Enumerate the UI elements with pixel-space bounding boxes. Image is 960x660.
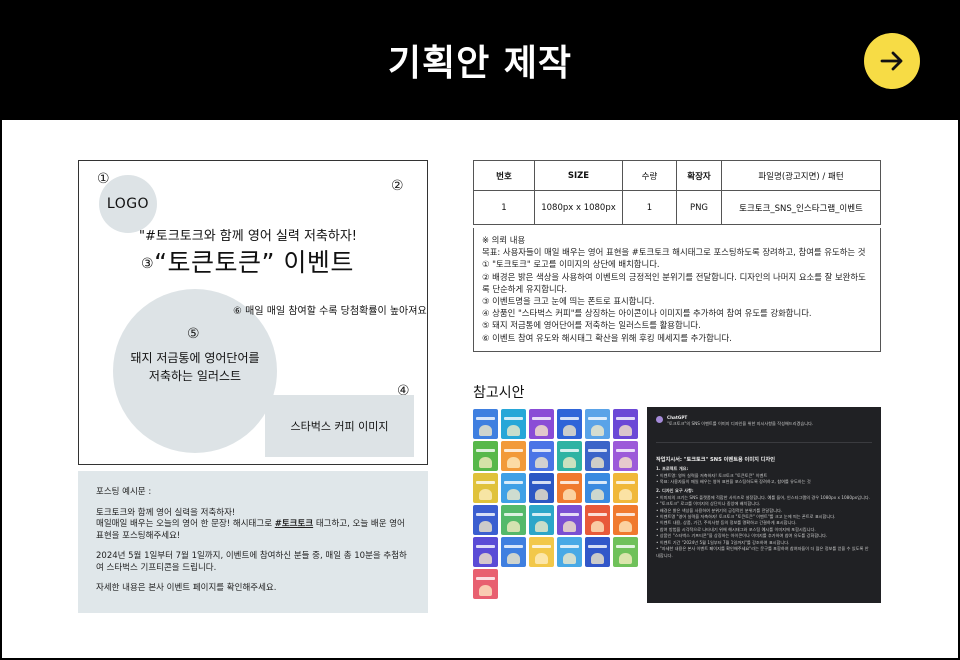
thumbnail: [501, 409, 526, 439]
thumbnail: [613, 409, 638, 439]
reference-thumbnails[interactable]: [473, 407, 640, 603]
event-title-text: “토큰토큰” 이벤트: [154, 248, 354, 277]
request-line: ① "토크토크" 로고를 이미지의 상단에 배치합니다.: [482, 259, 660, 270]
thumbnail: [585, 473, 610, 503]
request-line: ⑥ 이벤트 참여 유도와 해시태그 확산을 위해 후킹 메세지를 추가합니다.: [482, 332, 732, 343]
table-cell: 토크토크_SNS_인스타그램_이벤트: [721, 190, 881, 225]
hook-message-text: 매일 매일 참여할 수록 당첨확률이 높아져요: [245, 306, 427, 317]
design-sketch: ① LOGO ② "#토크토크와 함께 영어 실력 저축하자! ③“토큰토큰” …: [78, 160, 428, 465]
thumbnail: [501, 537, 526, 567]
marker-6: ⑥: [233, 306, 242, 317]
thumbnail: [585, 505, 610, 535]
page-title: 기획안 제작: [387, 43, 573, 84]
logo-text: LOGO: [106, 196, 150, 212]
request-line: ② 배경은 밝은 색상을 사용하여 이벤트의 긍정적인 분위기를 전달합니다. …: [482, 271, 866, 294]
table-cell: 1080px x 1080px: [534, 190, 623, 225]
thumbnail: [557, 537, 582, 567]
table-row: 1 1080px x 1080px 1 PNG 토크토크_SNS_인스타그램_이…: [473, 190, 881, 225]
post-line1: 토크토크와 함께 영어 실력을 저축하자!: [96, 507, 236, 518]
illustration-label: 돼지 저금통에 영어단어를 저축하는 일러스트: [130, 351, 260, 383]
table-header: 확장자: [676, 160, 722, 191]
thumbnail: [473, 409, 498, 439]
table-header: 파일명(광고지면) / 패턴: [721, 160, 881, 191]
chat-intro: "토크토크"의 SNS 이벤트를 이미지 디자인을 위한 지시사항을 작성해드리…: [667, 421, 814, 427]
thumbnail: [557, 409, 582, 439]
thumbnail: [557, 473, 582, 503]
thumbnail: [613, 537, 638, 567]
request-line: 목표: 사용자들이 매일 배우는 영어 표현을 #토크토크 해시태그로 포스팅하…: [482, 247, 866, 258]
chat-heading: 작업지시서: "토크토크" SNS 이벤트용 이미지 디자인: [656, 456, 776, 463]
table-header: 수량: [622, 160, 677, 191]
thumbnail: [557, 505, 582, 535]
request-line: ⑤ 돼지 저금통에 영어단어를 저축하는 일러스트를 활용합니다.: [482, 320, 701, 331]
thumbnail: [501, 473, 526, 503]
thumbnail: [473, 569, 498, 599]
spec-table: 번호 SIZE 수량 확장자 파일명(광고지면) / 패턴 1 1080px x…: [473, 160, 881, 225]
post-body: 토크토크와 함께 영어 실력을 저축하자! 매일매일 배우는 오늘의 영어 한 …: [96, 508, 414, 543]
thumbnail: [473, 537, 498, 567]
hook-message: ⑥ 매일 매일 참여할 수록 당첨확률이 높아져요: [233, 302, 427, 317]
table-cell: PNG: [676, 190, 722, 225]
thumbnail: [529, 505, 554, 535]
request-line: ※ 의뢰 내용: [482, 235, 526, 245]
thumbnail: [529, 537, 554, 567]
post-line4: 자세한 내용은 본사 이벤트 페이지를 확인해주세요.: [96, 583, 277, 593]
chat-message: ChatGPT "토크토크"의 SNS 이벤트를 이미지 디자인을 위한 지시사…: [656, 415, 872, 428]
chat-line: • 목표: 사용자들이 매일 배우는 영어 표현을 포스팅하도록 장려하고, 참…: [656, 479, 811, 485]
posting-example: 포스팅 예시문 : 토크토크와 함께 영어 실력을 저축하자! 매일매일 배우는…: [78, 471, 428, 613]
thumbnail: [501, 441, 526, 471]
table-header: SIZE: [534, 160, 623, 191]
arrow-right-icon: [880, 51, 903, 71]
request-line: ④ 상품인 "스타벅스 커피"를 상징하는 아이콘이나 이미지를 추가하여 참여…: [482, 308, 812, 319]
thumbnail: [613, 441, 638, 471]
table-header: 번호: [473, 160, 535, 191]
post-line2a: 매일매일 배우는 오늘의 영어 한 문장! 해시태그로: [96, 519, 275, 529]
thumbnail: [473, 473, 498, 503]
thumbnail: [585, 441, 610, 471]
post-line3: 2024년 5월 1일부터 7월 1일까지, 이벤트에 참여하신 분들 중, 매…: [96, 551, 407, 573]
thumbnail: [501, 505, 526, 535]
marker-3: ③: [141, 256, 155, 272]
thumbnail: [473, 441, 498, 471]
thumbnail: [473, 505, 498, 535]
table-header-row: 번호 SIZE 수량 확장자 파일명(광고지면) / 패턴: [473, 160, 881, 191]
thumbnail: [529, 441, 554, 471]
marker-2: ②: [391, 178, 404, 194]
header: 기획안 제작: [0, 0, 960, 120]
chatgpt-reference: ChatGPT "토크토크"의 SNS 이벤트를 이미지 디자인을 위한 지시사…: [647, 407, 881, 603]
thumbnail: [585, 537, 610, 567]
marker-5: ⑤: [187, 326, 200, 342]
post-hashtag: #토크토크: [274, 519, 314, 529]
thumbnail: [557, 441, 582, 471]
coffee-label: 스타벅스 커피 이미지: [290, 420, 389, 433]
thumbnail: [613, 473, 638, 503]
event-subtitle: "#토크토크와 함께 영어 실력 저축하자!: [139, 229, 358, 244]
event-title: ③“토큰토큰” 이벤트: [141, 243, 354, 279]
thumbnail: [529, 409, 554, 439]
chatgpt-avatar-icon: [656, 416, 663, 423]
next-button[interactable]: [864, 33, 920, 89]
table-cell: 1: [473, 190, 535, 225]
thumbnail: [613, 505, 638, 535]
reference-title: 참고시안: [473, 385, 525, 401]
post-heading: 포스팅 예시문 :: [96, 487, 152, 497]
chat-line: • "자세한 내용은 본사 이벤트 페이지를 확인해주세요"라는 문구를 포함하…: [656, 546, 869, 558]
thumbnail: [529, 473, 554, 503]
divider: [656, 441, 872, 443]
table-cell: 1: [622, 190, 677, 225]
thumbnail: [585, 409, 610, 439]
coffee-image-placeholder: 스타벅스 커피 이미지: [265, 395, 414, 457]
request-details: ※ 의뢰 내용 목표: 사용자들이 매일 배우는 영어 표현을 #토크토크 해시…: [473, 228, 881, 352]
request-line: ③ 이벤트명을 크고 눈에 띄는 폰트로 표시합니다.: [482, 296, 655, 307]
